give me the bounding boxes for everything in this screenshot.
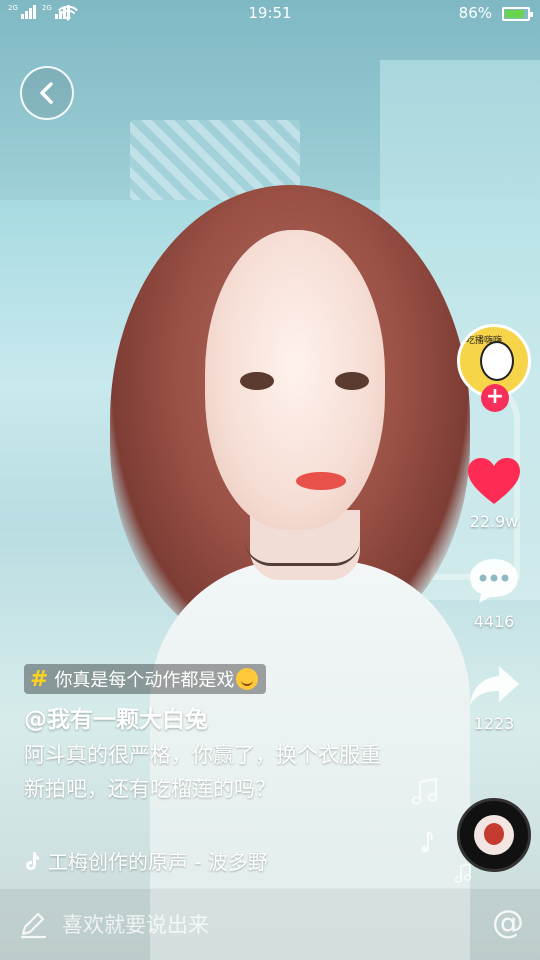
comment-bar: @ [0,888,540,960]
music-track-name: 工梅创作的原声 - 波多野 [48,850,268,874]
video-subject-eye [335,372,369,390]
smirk-emoji-icon [236,668,259,690]
video-subject-necklace [245,540,360,566]
video-screen[interactable]: 2G 2G 19:51 86% 吃播嗨嗨 + 22.9w 4416 1223 #… [0,0,540,960]
share-button[interactable]: 1223 [462,662,526,733]
tiktok-note-icon [26,851,39,870]
share-arrow-icon [470,666,519,705]
video-subject-eye [240,372,274,390]
avatar-illustration [480,341,514,381]
hashtag-icon: # [30,666,49,692]
hashtag-text: 你真是每个动作都是戏 [54,670,235,691]
follow-button[interactable]: + [481,384,509,412]
heart-icon [468,458,520,504]
like-button[interactable]: 22.9w [462,456,526,531]
floating-music-note-icon [454,864,472,883]
video-caption: 阿斗真的很严格，你赢了，换个衣服重新拍吧，还有吃榴莲的吗？ [24,743,381,801]
battery-level [505,10,524,18]
comment-count: 4416 [473,612,515,631]
music-cover-art [474,815,514,855]
music-info[interactable]: 工梅创作的原声 - 波多野 [24,846,318,875]
battery-percentage: 86% [458,4,492,22]
video-subject-lips [296,472,346,490]
like-count: 22.9w [469,512,519,531]
mention-button[interactable]: @ [492,903,524,941]
creator-avatar-group: 吃播嗨嗨 + [457,324,531,414]
status-bar: 2G 2G 19:51 86% [0,0,540,28]
battery-icon [502,7,533,21]
back-button[interactable] [20,66,74,120]
music-disc[interactable] [457,798,531,872]
floating-music-note-icon [411,778,438,805]
chevron-left-icon [40,82,53,104]
comment-input[interactable] [62,889,462,960]
creator-username[interactable]: @我有一颗大白兔 [24,700,208,734]
share-count: 1223 [473,714,515,733]
pen-icon [20,912,47,939]
comment-bubble-icon [470,559,518,603]
floating-music-note-icon [421,831,433,853]
comment-button[interactable]: 4416 [462,556,526,631]
hashtag-challenge[interactable]: # 你真是每个动作都是戏 [24,664,267,694]
